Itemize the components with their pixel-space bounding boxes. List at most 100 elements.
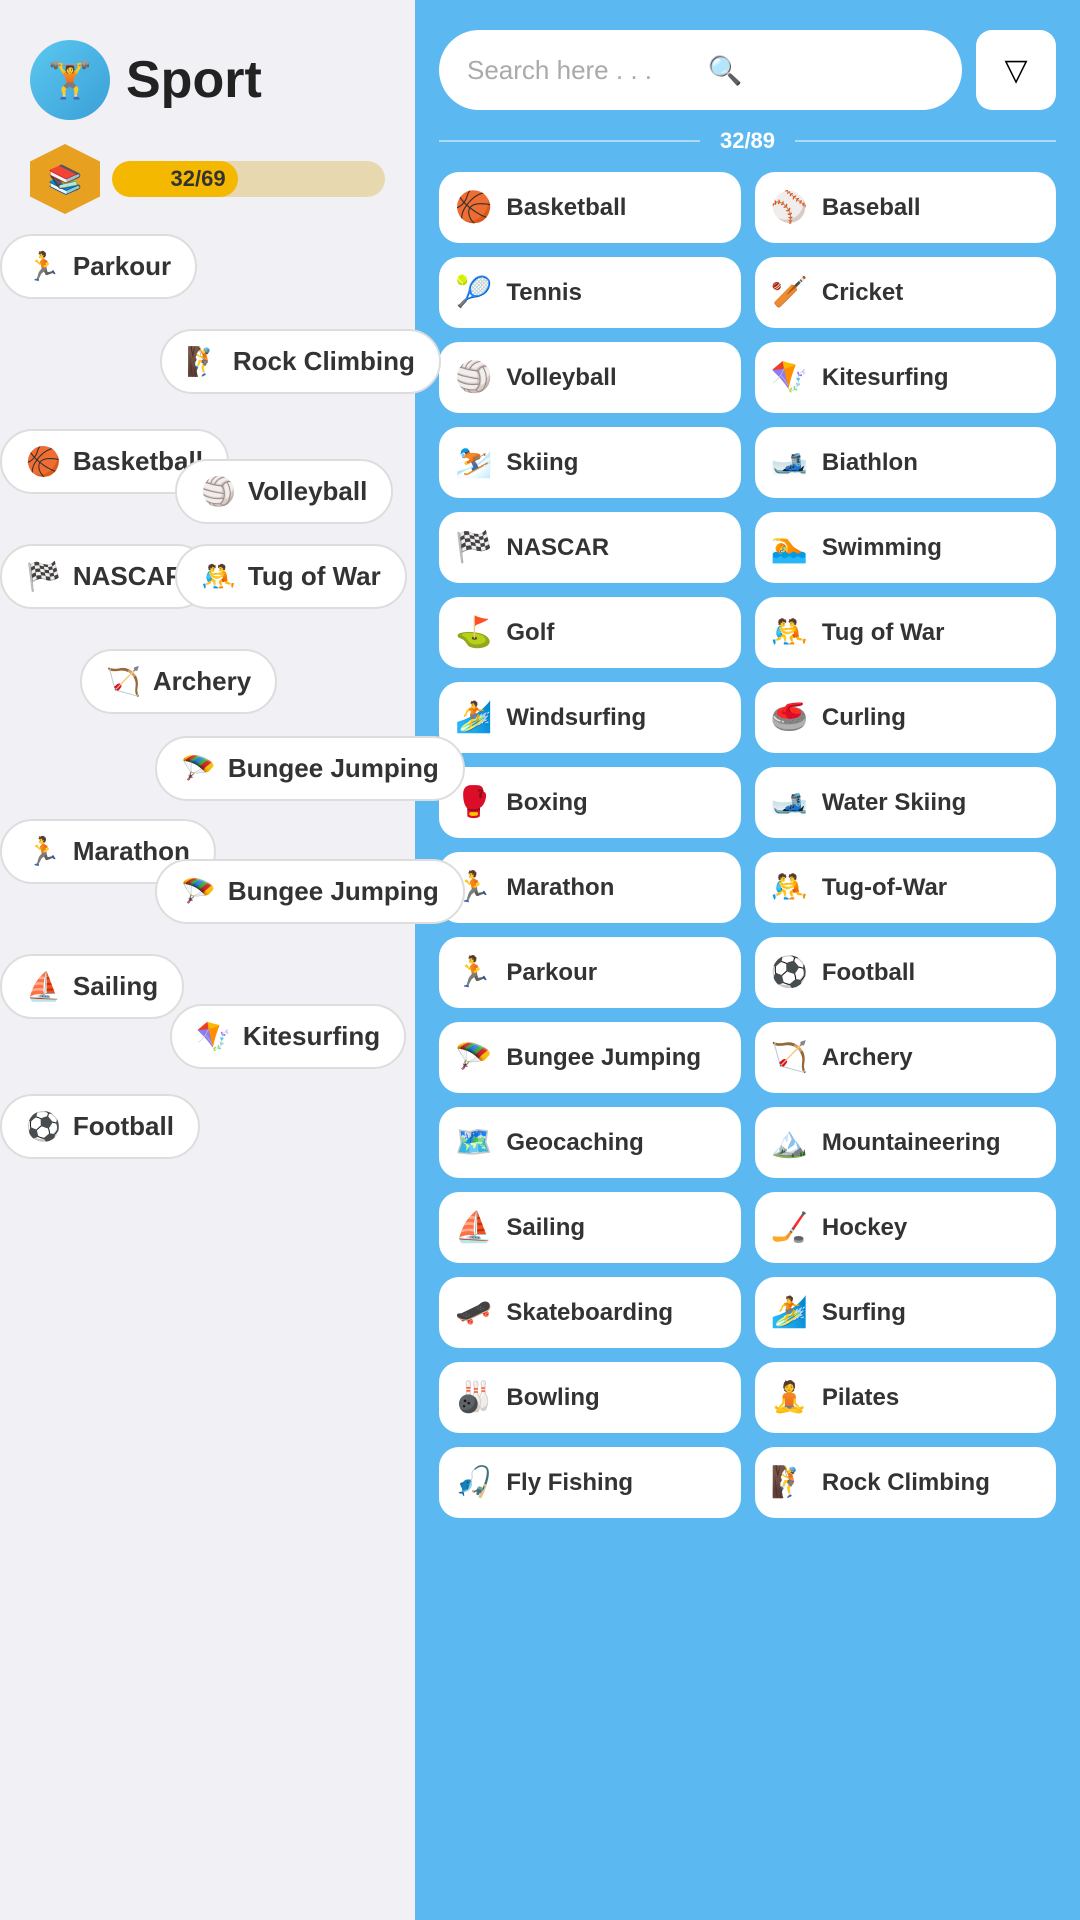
grid-item-biathlon[interactable]: 🎿 Biathlon: [755, 427, 1057, 498]
grid-item-nascar[interactable]: 🏁 NASCAR: [439, 512, 741, 583]
grid-item-bungee-jumping[interactable]: 🪂 Bungee Jumping: [439, 1022, 741, 1093]
nascar-label: NASCAR: [506, 534, 609, 562]
cricket-label: Cricket: [822, 279, 903, 307]
left-item-football[interactable]: ⚽ Football: [0, 1094, 200, 1159]
grid-item-rock-climbing[interactable]: 🧗 Rock Climbing: [755, 1447, 1057, 1518]
grid-item-tug-of-war[interactable]: 🤼 Tug of War: [755, 597, 1057, 668]
app-logo: 🏋️: [30, 40, 110, 120]
count-label: 32/89: [720, 128, 775, 154]
header-area: 🏋️ Sport 📚 32/69: [0, 0, 415, 234]
sailing-label: Sailing: [506, 1214, 585, 1242]
sailing-label: Sailing: [73, 971, 158, 1002]
hockey-emoji: 🏒: [771, 1210, 808, 1245]
grid-item-volleyball[interactable]: 🏐 Volleyball: [439, 342, 741, 413]
grid-item-hockey[interactable]: 🏒 Hockey: [755, 1192, 1057, 1263]
tug-of-war-emoji: 🤼: [771, 615, 808, 650]
grid-item-tennis[interactable]: 🎾 Tennis: [439, 257, 741, 328]
grid-item-curling[interactable]: 🥌 Curling: [755, 682, 1057, 753]
progress-container: 📚 32/69: [30, 144, 385, 214]
bungee-jumping-emoji: 🪂: [455, 1040, 492, 1075]
tug-of-war-label: Tug of War: [248, 561, 381, 592]
water-skiing-emoji: 🎿: [771, 785, 808, 820]
skateboarding-emoji: 🛹: [455, 1295, 492, 1330]
grid-item-geocaching[interactable]: 🗺️ Geocaching: [439, 1107, 741, 1178]
grid-item-parkour[interactable]: 🏃 Parkour: [439, 937, 741, 1008]
grid-item-basketball[interactable]: 🏀 Basketball: [439, 172, 741, 243]
windsurfing-emoji: 🏄: [455, 700, 492, 735]
kitesurfing-label: Kitesurfing: [243, 1021, 380, 1052]
fly-fishing-emoji: 🎣: [455, 1465, 492, 1500]
left-item-bungee-jumping2[interactable]: 🪂 Bungee Jumping: [155, 859, 465, 924]
football-emoji: ⚽: [771, 955, 808, 990]
grid-item-skiing[interactable]: ⛷️ Skiing: [439, 427, 741, 498]
kitesurfing-label: Kitesurfing: [822, 364, 949, 392]
left-item-volleyball[interactable]: 🏐 Volleyball: [175, 459, 393, 524]
search-icon[interactable]: 🔍: [708, 54, 935, 87]
grid-item-kitesurfing[interactable]: 🪁 Kitesurfing: [755, 342, 1057, 413]
grid-item-water-skiing[interactable]: 🎿 Water Skiing: [755, 767, 1057, 838]
nascar-label: NASCAR: [73, 561, 184, 592]
kitesurfing-emoji: 🪁: [771, 360, 808, 395]
rock-climbing-label: Rock Climbing: [233, 346, 415, 377]
parkour-emoji: 🏃: [455, 955, 492, 990]
geocaching-label: Geocaching: [506, 1129, 643, 1157]
grid-item-boxing[interactable]: 🥊 Boxing: [439, 767, 741, 838]
grid-item-pilates[interactable]: 🧘 Pilates: [755, 1362, 1057, 1433]
left-item-parkour[interactable]: 🏃 Parkour: [0, 234, 197, 299]
left-panel: 🏋️ Sport 📚 32/69 🏃 Parkour 🧗 Rock Climbi…: [0, 0, 415, 1920]
left-item-archery[interactable]: 🏹 Archery: [80, 649, 277, 714]
grid-item-fly-fishing[interactable]: 🎣 Fly Fishing: [439, 1447, 741, 1518]
biathlon-label: Biathlon: [822, 449, 918, 477]
filter-icon: ▽: [1004, 53, 1027, 88]
cricket-emoji: 🏏: [771, 275, 808, 310]
grid-item-football[interactable]: ⚽ Football: [755, 937, 1057, 1008]
count-line-right: [795, 140, 1056, 142]
kitesurfing-icon: 🪁: [196, 1020, 231, 1053]
volleyball-icon: 🏐: [201, 475, 236, 508]
grid-item-archery[interactable]: 🏹 Archery: [755, 1022, 1057, 1093]
grid-item-baseball[interactable]: ⚾ Baseball: [755, 172, 1057, 243]
left-item-sailing[interactable]: ⛵ Sailing: [0, 954, 184, 1019]
left-item-bungee-jumping1[interactable]: 🪂 Bungee Jumping: [155, 736, 465, 801]
grid-item-marathon[interactable]: 🏃 Marathon: [439, 852, 741, 923]
bungee-jumping2-label: Bungee Jumping: [228, 876, 439, 907]
pilates-emoji: 🧘: [771, 1380, 808, 1415]
basketball-label: Basketball: [506, 194, 626, 222]
bungee-jumping-label: Bungee Jumping: [506, 1044, 701, 1072]
golf-label: Golf: [506, 619, 554, 647]
left-item-rock-climbing[interactable]: 🧗 Rock Climbing: [160, 329, 441, 394]
tennis-label: Tennis: [506, 279, 582, 307]
football-icon: ⚽: [26, 1110, 61, 1143]
grid-item-mountaineering[interactable]: 🏔️ Mountaineering: [755, 1107, 1057, 1178]
grid-item-bowling[interactable]: 🎳 Bowling: [439, 1362, 741, 1433]
left-item-kitesurfing[interactable]: 🪁 Kitesurfing: [170, 1004, 406, 1069]
grid-item-surfing[interactable]: 🏄 Surfing: [755, 1277, 1057, 1348]
grid-item-cricket[interactable]: 🏏 Cricket: [755, 257, 1057, 328]
tug-of-war-icon: 🤼: [201, 560, 236, 593]
grid-item-windsurfing[interactable]: 🏄 Windsurfing: [439, 682, 741, 753]
boxing-label: Boxing: [506, 789, 587, 817]
boxing-emoji: 🥊: [455, 785, 492, 820]
search-box[interactable]: Search here . . . 🔍: [439, 30, 962, 110]
progress-fill: 32/69: [112, 161, 238, 197]
archery-emoji: 🏹: [771, 1040, 808, 1075]
grid-item-swimming[interactable]: 🏊 Swimming: [755, 512, 1057, 583]
volleyball-label: Volleyball: [506, 364, 616, 392]
geocaching-emoji: 🗺️: [455, 1125, 492, 1160]
grid-item-sailing[interactable]: ⛵ Sailing: [439, 1192, 741, 1263]
grid-item-golf[interactable]: ⛳ Golf: [439, 597, 741, 668]
tug-of-war2-emoji: 🤼: [771, 870, 808, 905]
archery-label: Archery: [153, 666, 251, 697]
grid-item-tug-of-war2[interactable]: 🤼 Tug-of-War: [755, 852, 1057, 923]
rock-climbing-icon: 🧗: [186, 345, 221, 378]
baseball-emoji: ⚾: [771, 190, 808, 225]
left-item-tug-of-war[interactable]: 🤼 Tug of War: [175, 544, 407, 609]
swimming-emoji: 🏊: [771, 530, 808, 565]
marathon-label: Marathon: [506, 874, 614, 902]
mountaineering-label: Mountaineering: [822, 1129, 1001, 1157]
curling-label: Curling: [822, 704, 906, 732]
windsurfing-label: Windsurfing: [506, 704, 646, 732]
search-row: Search here . . . 🔍 ▽: [439, 30, 1056, 110]
grid-item-skateboarding[interactable]: 🛹 Skateboarding: [439, 1277, 741, 1348]
filter-button[interactable]: ▽: [976, 30, 1056, 110]
